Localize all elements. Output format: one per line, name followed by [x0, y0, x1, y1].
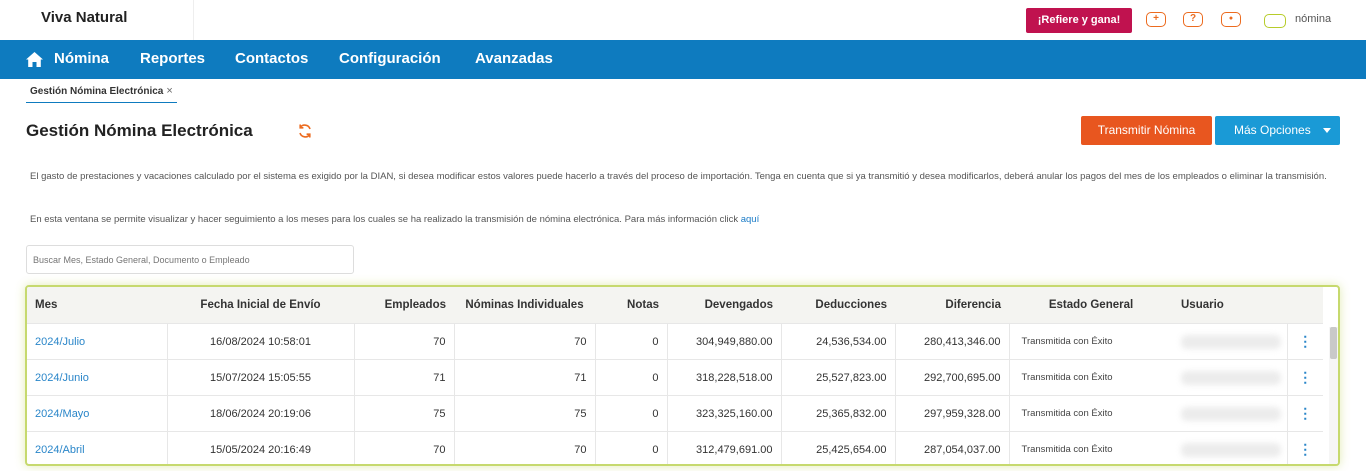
nav-nomina[interactable]: Nómina: [54, 50, 109, 67]
table-header-row: Mes Fecha Inicial de Envío Empleados Nóm…: [27, 287, 1323, 324]
top-bar: Viva Natural ¡Refiere y gana! + ? ● nómi…: [0, 0, 1366, 40]
month-link[interactable]: 2024/Junio: [35, 372, 89, 384]
cell-notas: 0: [594, 431, 667, 464]
table-row[interactable]: 2024/Mayo 18/06/2024 20:19:06 75 75 0 32…: [27, 395, 1323, 432]
cell-deducciones: 24,536,534.00: [780, 323, 895, 360]
cell-usuario: [1173, 323, 1287, 360]
col-header-estado[interactable]: Estado General: [1009, 287, 1173, 324]
home-icon[interactable]: [26, 52, 43, 67]
transmit-button[interactable]: Transmitir Nómina: [1081, 116, 1212, 145]
cell-deducciones: 25,527,823.00: [780, 359, 895, 396]
info-text-dian: El gasto de prestaciones y vacaciones ca…: [30, 171, 1327, 182]
month-link[interactable]: 2024/Julio: [35, 336, 85, 348]
cell-empleados: 70: [353, 431, 454, 464]
cell-nominas: 71: [453, 359, 595, 396]
table-row[interactable]: 2024/Julio 16/08/2024 10:58:01 70 70 0 3…: [27, 323, 1323, 360]
cell-empleados: 75: [353, 395, 454, 432]
cell-devengados: 318,228,518.00: [666, 359, 781, 396]
cell-estado: Transmitida con Éxito: [1008, 359, 1173, 396]
cell-deducciones: 25,365,832.00: [780, 395, 895, 432]
month-link[interactable]: 2024/Mayo: [35, 408, 89, 420]
nav-avanzadas[interactable]: Avanzadas: [475, 50, 553, 67]
cell-usuario: [1173, 395, 1287, 432]
month-link[interactable]: 2024/Abril: [35, 444, 85, 456]
tab-gestion-nomina[interactable]: Gestión Nómina Electrónica ×: [26, 81, 177, 103]
col-header-actions: [1287, 287, 1323, 324]
cell-fecha: 16/08/2024 10:58:01: [166, 323, 354, 360]
transmissions-table: Mes Fecha Inicial de Envío Empleados Nóm…: [25, 285, 1340, 466]
cell-nominas: 75: [453, 395, 595, 432]
nomina-badge-icon: [1264, 14, 1286, 28]
cell-empleados: 71: [353, 359, 454, 396]
blurred-user: [1181, 370, 1281, 385]
cell-devengados: 323,325,160.00: [666, 395, 781, 432]
blurred-user: [1181, 406, 1281, 421]
col-header-empleados[interactable]: Empleados: [354, 287, 454, 324]
cell-usuario: [1173, 431, 1287, 464]
divider: [193, 0, 194, 40]
col-header-mes[interactable]: Mes: [27, 287, 167, 324]
cell-devengados: 304,949,880.00: [666, 323, 781, 360]
cell-notas: 0: [594, 359, 667, 396]
scrollbar-thumb[interactable]: [1330, 327, 1337, 359]
close-icon[interactable]: ×: [166, 85, 172, 97]
cell-estado: Transmitida con Éxito: [1008, 323, 1173, 360]
blurred-user: [1181, 442, 1281, 457]
cell-diferencia: 297,959,328.00: [894, 395, 1009, 432]
page-title: Gestión Nómina Electrónica: [26, 121, 253, 140]
row-menu-icon[interactable]: ⋮: [1286, 431, 1323, 464]
data-table: Mes Fecha Inicial de Envío Empleados Nóm…: [27, 287, 1323, 464]
cell-fecha: 18/06/2024 20:19:06: [166, 395, 354, 432]
col-header-usuario[interactable]: Usuario: [1173, 287, 1287, 324]
table-scrollbar[interactable]: [1329, 327, 1338, 464]
cell-devengados: 312,479,691.00: [666, 431, 781, 464]
col-header-notas[interactable]: Notas: [595, 287, 667, 324]
cell-empleados: 70: [353, 323, 454, 360]
info-link[interactable]: aquí: [741, 214, 760, 225]
cell-estado: Transmitida con Éxito: [1008, 431, 1173, 464]
row-menu-icon[interactable]: ⋮: [1286, 323, 1323, 360]
chevron-down-icon[interactable]: [1323, 128, 1331, 133]
tab-label: Gestión Nómina Electrónica: [30, 86, 164, 97]
col-header-nominas[interactable]: Nóminas Individuales: [454, 287, 595, 324]
col-header-fecha[interactable]: Fecha Inicial de Envío: [167, 287, 354, 324]
cell-notas: 0: [594, 395, 667, 432]
cell-nominas: 70: [453, 323, 595, 360]
cell-estado: Transmitida con Éxito: [1008, 395, 1173, 432]
col-header-deducciones[interactable]: Deducciones: [781, 287, 895, 324]
cell-nominas: 70: [453, 431, 595, 464]
row-menu-icon[interactable]: ⋮: [1286, 359, 1323, 396]
col-header-diferencia[interactable]: Diferencia: [895, 287, 1009, 324]
table-row[interactable]: 2024/Junio 15/07/2024 15:05:55 71 71 0 3…: [27, 359, 1323, 396]
more-options-label: Más Opciones: [1234, 123, 1311, 137]
nav-reportes[interactable]: Reportes: [140, 50, 205, 67]
table-row[interactable]: 2024/Abril 15/05/2024 20:16:49 70 70 0 3…: [27, 431, 1323, 464]
cell-diferencia: 292,700,695.00: [894, 359, 1009, 396]
nav-configuracion[interactable]: Configuración: [339, 50, 441, 67]
info-text-window-body: En esta ventana se permite visualizar y …: [30, 214, 741, 225]
cell-diferencia: 280,413,346.00: [894, 323, 1009, 360]
col-header-devengados[interactable]: Devengados: [667, 287, 781, 324]
cell-usuario: [1173, 359, 1287, 396]
more-options-button[interactable]: Más Opciones: [1215, 116, 1340, 145]
product-label: nómina: [1295, 13, 1332, 25]
row-menu-icon[interactable]: ⋮: [1286, 395, 1323, 432]
blurred-user: [1181, 334, 1281, 349]
company-name: Viva Natural: [41, 9, 128, 26]
user-icon[interactable]: ●: [1221, 12, 1241, 27]
cell-deducciones: 25,425,654.00: [780, 431, 895, 464]
plus-icon[interactable]: +: [1146, 12, 1166, 27]
help-icon[interactable]: ?: [1183, 12, 1203, 27]
cell-fecha: 15/05/2024 20:16:49: [166, 431, 354, 464]
info-text-window: En esta ventana se permite visualizar y …: [30, 213, 1330, 227]
refresh-icon[interactable]: [297, 123, 313, 139]
cell-fecha: 15/07/2024 15:05:55: [166, 359, 354, 396]
main-nav: Nómina Reportes Contactos Configuración …: [0, 40, 1366, 79]
nav-contactos[interactable]: Contactos: [235, 50, 308, 67]
cell-notas: 0: [594, 323, 667, 360]
cell-diferencia: 287,054,037.00: [894, 431, 1009, 464]
search-input[interactable]: [26, 245, 354, 274]
refer-button[interactable]: ¡Refiere y gana!: [1026, 8, 1132, 33]
